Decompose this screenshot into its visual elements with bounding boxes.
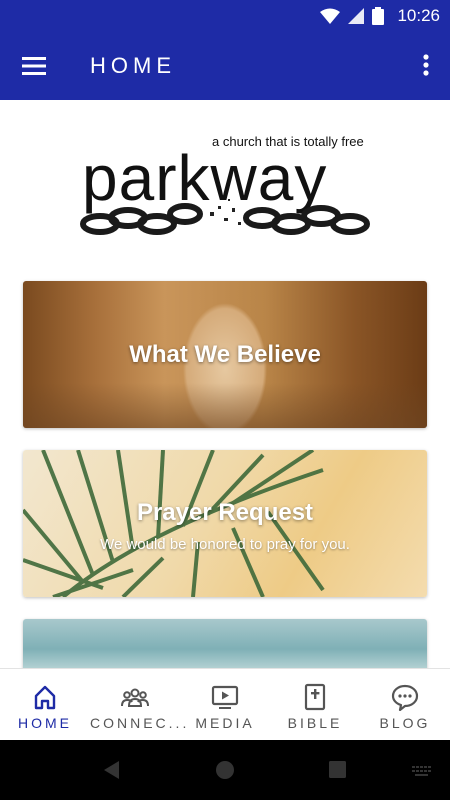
battery-icon [372,7,384,25]
prayer-request-card[interactable]: Prayer Request We would be honored to pr… [23,450,427,597]
card-subtitle: We would be honored to pray for you. [100,536,350,553]
wifi-icon [320,8,340,24]
people-icon [121,688,149,707]
nav-label: BLOG [379,715,431,731]
card-title: What We Believe [129,341,321,368]
overflow-menu-button[interactable] [416,52,436,80]
logo-graphic: a church that is totally free parkway [80,134,370,235]
status-time: 10:26 [397,6,440,25]
keyboard-icon[interactable] [412,766,431,776]
what-we-believe-card[interactable]: What We Believe [23,281,427,428]
video-icon [211,685,239,709]
nav-label: MEDIA [195,715,255,731]
nav-bible[interactable]: BIBLE [270,669,360,741]
system-nav-buttons [104,761,431,779]
back-icon[interactable] [104,761,119,779]
status-icons [320,7,384,25]
hamburger-icon [22,57,46,75]
nav-media[interactable]: MEDIA [180,669,270,741]
bottom-navigation: HOME CONNEC... MEDIA BIBLE BLOG [0,668,450,741]
recents-icon[interactable] [329,761,346,778]
church-logo: a church that is totally free parkway [0,100,450,260]
home-icon [34,685,56,710]
logo-wordmark: parkway [82,142,327,214]
more-vert-icon [423,54,429,76]
app-bar: HOME [0,32,450,100]
chat-bubble-icon [391,684,419,711]
nav-label: CONNEC... [90,715,190,731]
menu-button[interactable] [18,52,52,80]
system-navigation-bar [0,740,450,800]
nav-label: BIBLE [287,715,343,731]
status-bar: 10:26 [0,0,450,32]
nav-blog[interactable]: BLOG [360,669,450,741]
page-title: HOME [90,53,176,78]
home-button-icon[interactable] [216,761,234,779]
bible-icon [304,683,326,711]
card-title: Prayer Request [136,499,314,526]
signal-icon [348,8,364,24]
nav-connect[interactable]: CONNEC... [90,669,190,741]
nav-home[interactable]: HOME [0,669,90,741]
nav-label: HOME [18,715,72,731]
